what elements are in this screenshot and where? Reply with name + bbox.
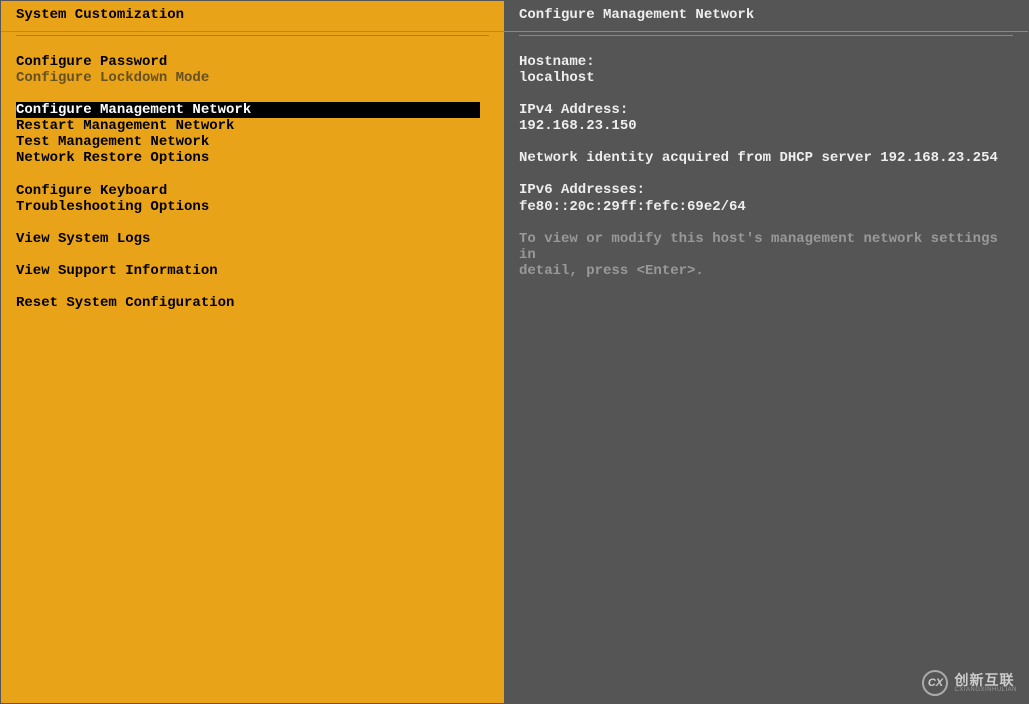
right-divider: [519, 35, 1013, 36]
menu-troubleshooting-options[interactable]: Troubleshooting Options: [16, 199, 489, 215]
help-line-2: detail, press <Enter>.: [519, 263, 1013, 279]
menu-restart-management-network[interactable]: Restart Management Network: [16, 118, 489, 134]
ipv6-label: IPv6 Addresses:: [519, 182, 1013, 198]
left-panel-title: System Customization: [1, 1, 504, 32]
menu-test-management-network[interactable]: Test Management Network: [16, 134, 489, 150]
right-panel-title: Configure Management Network: [504, 1, 1028, 32]
watermark-icon: CX: [922, 670, 948, 696]
watermark-text: 创新互联 CXIANGXINHULIAN: [954, 673, 1017, 693]
menu-view-support-information[interactable]: View Support Information: [16, 263, 489, 279]
menu-group-network: Configure Management Network Restart Man…: [16, 102, 489, 166]
menu-reset-system-configuration[interactable]: Reset System Configuration: [16, 295, 489, 311]
ipv4-label: IPv4 Address:: [519, 102, 1013, 118]
menu-group-logs: View System Logs: [16, 231, 489, 247]
ipv4-block: IPv4 Address: 192.168.23.150: [519, 102, 1013, 134]
menu-configure-password[interactable]: Configure Password: [16, 54, 489, 70]
menu-configure-management-network[interactable]: Configure Management Network: [16, 102, 480, 118]
watermark-sub: CXIANGXINHULIAN: [954, 687, 1017, 693]
menu-group-support: View Support Information: [16, 263, 489, 279]
left-panel: System Customization Configure Password …: [1, 1, 504, 703]
help-text: To view or modify this host's management…: [519, 231, 1013, 279]
menu-configure-keyboard[interactable]: Configure Keyboard: [16, 183, 489, 199]
ipv4-value: 192.168.23.150: [519, 118, 1013, 134]
menu-view-system-logs[interactable]: View System Logs: [16, 231, 489, 247]
dhcp-text: Network identity acquired from DHCP serv…: [519, 150, 1013, 166]
dhcp-block: Network identity acquired from DHCP serv…: [519, 150, 1013, 166]
watermark: CX 创新互联 CXIANGXINHULIAN: [922, 670, 1017, 696]
hostname-block: Hostname: localhost: [519, 54, 1013, 86]
menu-configure-lockdown-mode[interactable]: Configure Lockdown Mode: [16, 70, 489, 86]
menu: Configure Password Configure Lockdown Mo…: [1, 54, 504, 311]
menu-group-keyboard: Configure Keyboard Troubleshooting Optio…: [16, 183, 489, 215]
left-divider: [16, 35, 489, 36]
ipv6-value: fe80::20c:29ff:fefc:69e2/64: [519, 199, 1013, 215]
hostname-label: Hostname:: [519, 54, 1013, 70]
right-content: Hostname: localhost IPv4 Address: 192.16…: [504, 54, 1028, 279]
ipv6-block: IPv6 Addresses: fe80::20c:29ff:fefc:69e2…: [519, 182, 1013, 214]
hostname-value: localhost: [519, 70, 1013, 86]
menu-network-restore-options[interactable]: Network Restore Options: [16, 150, 489, 166]
watermark-main: 创新互联: [954, 673, 1017, 687]
help-line-1: To view or modify this host's management…: [519, 231, 1013, 263]
menu-group-password: Configure Password Configure Lockdown Mo…: [16, 54, 489, 86]
right-panel: Configure Management Network Hostname: l…: [504, 1, 1028, 703]
menu-group-reset: Reset System Configuration: [16, 295, 489, 311]
